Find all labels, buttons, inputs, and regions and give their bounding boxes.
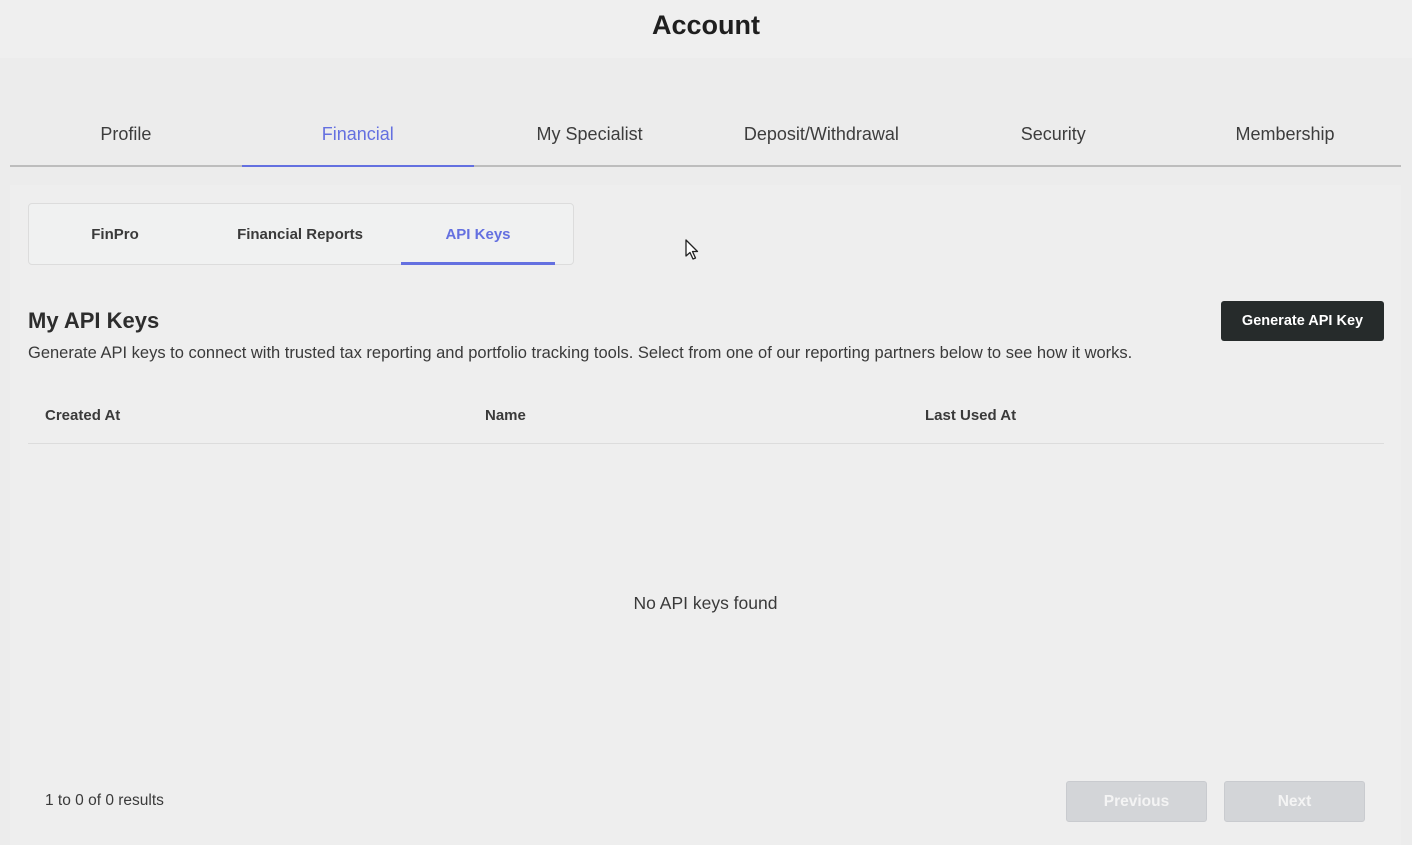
financial-panel: FinPro Financial Reports API Keys My API… — [10, 185, 1401, 845]
section-description: Generate API keys to connect with truste… — [28, 344, 1133, 362]
section-title: My API Keys — [28, 308, 160, 333]
subtab-api-keys[interactable]: API Keys — [401, 204, 555, 265]
page-header: Account — [0, 0, 1412, 58]
next-page-button[interactable]: Next — [1224, 781, 1365, 822]
main-tab-bar: Profile Financial My Specialist Deposit/… — [10, 104, 1401, 167]
generate-api-key-button[interactable]: Generate API Key — [1221, 301, 1384, 341]
mouse-cursor-icon — [685, 239, 699, 260]
tab-deposit-withdrawal[interactable]: Deposit/Withdrawal — [705, 104, 937, 165]
previous-page-button[interactable]: Previous — [1066, 781, 1207, 822]
subtab-finpro[interactable]: FinPro — [31, 204, 199, 264]
subtab-financial-reports[interactable]: Financial Reports — [199, 204, 401, 264]
tab-financial[interactable]: Financial — [241, 104, 474, 167]
results-summary: 1 to 0 of 0 results — [45, 792, 164, 809]
column-last-used-at: Last Used At — [925, 407, 1017, 424]
column-created-at: Created At — [45, 407, 121, 424]
tab-profile[interactable]: Profile — [10, 104, 242, 165]
api-keys-table-header: Created At Name Last Used At — [28, 393, 1384, 444]
page-title: Account — [652, 9, 760, 40]
sub-tab-bar: FinPro Financial Reports API Keys — [28, 203, 574, 265]
column-name: Name — [485, 407, 526, 424]
tab-my-specialist[interactable]: My Specialist — [474, 104, 706, 165]
tab-security[interactable]: Security — [937, 104, 1169, 165]
tab-membership[interactable]: Membership — [1169, 104, 1401, 165]
empty-state-message: No API keys found — [633, 593, 778, 613]
